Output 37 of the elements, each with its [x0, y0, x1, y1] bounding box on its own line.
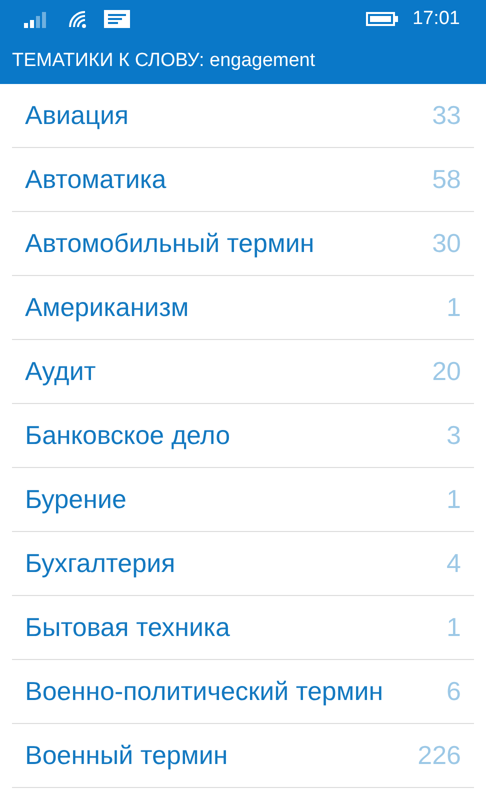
- battery-icon: [366, 12, 398, 26]
- topic-row[interactable]: Военно-политический термин 6: [12, 660, 474, 724]
- topic-row[interactable]: Автоматика 58: [12, 148, 474, 212]
- topic-count: 1: [446, 484, 461, 515]
- topic-count: 58: [432, 164, 461, 195]
- topic-count: 33: [432, 100, 461, 131]
- topic-name: Банковское дело: [25, 420, 230, 451]
- topic-name: Бухгалтерия: [25, 548, 176, 579]
- topic-name: Американизм: [25, 292, 189, 323]
- page-title: ТЕМАТИКИ К СЛОВУ: engagement: [12, 50, 316, 72]
- status-time: 17:01: [412, 8, 460, 30]
- topic-row[interactable]: Банковское дело 3: [12, 404, 474, 468]
- topic-name: Автомобильный термин: [25, 228, 314, 259]
- topic-row[interactable]: Авиация 33: [12, 84, 474, 148]
- topic-count: 1: [446, 292, 461, 323]
- topic-row[interactable]: Бухгалтерия 4: [12, 532, 474, 596]
- topic-name: Военно-политический термин: [25, 676, 384, 707]
- topic-row[interactable]: Американизм 1: [12, 276, 474, 340]
- topic-count: 4: [446, 548, 461, 579]
- topic-row[interactable]: Автомобильный термин 30: [12, 212, 474, 276]
- topic-name: Бурение: [25, 484, 126, 515]
- topic-count: 20: [432, 356, 461, 387]
- topic-count: 6: [446, 676, 461, 707]
- message-icon: [104, 10, 130, 28]
- topic-row[interactable]: Аудит 20: [12, 340, 474, 404]
- topic-row[interactable]: Бурение 1: [12, 468, 474, 532]
- topic-count: 226: [418, 740, 461, 771]
- topic-count: 1: [446, 612, 461, 643]
- topic-count: 3: [446, 420, 461, 451]
- topic-row[interactable]: Бытовая техника 1: [12, 596, 474, 660]
- topic-name: Автоматика: [25, 164, 166, 195]
- topic-row[interactable]: Военный термин 226: [12, 724, 474, 788]
- topic-count: 30: [432, 228, 461, 259]
- topic-name: Авиация: [25, 100, 129, 131]
- topic-name: Бытовая техника: [25, 612, 230, 643]
- topic-name: Аудит: [25, 356, 96, 387]
- topic-name: Военный термин: [25, 740, 228, 771]
